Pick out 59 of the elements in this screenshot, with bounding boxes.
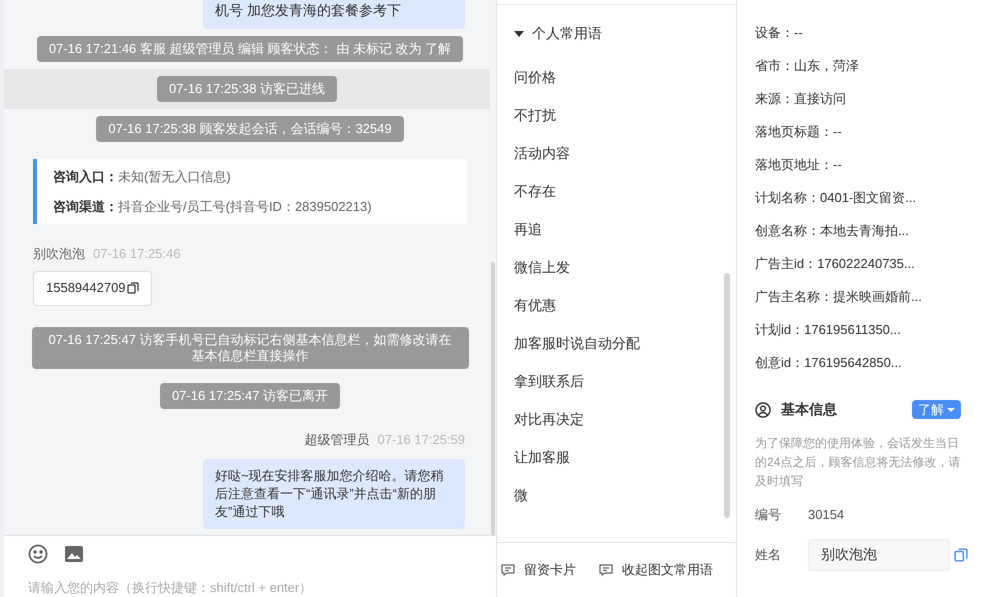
emoji-icon[interactable] [28, 544, 48, 564]
phrase-item[interactable]: 活动内容 [514, 134, 736, 172]
caret-down-icon [947, 408, 955, 412]
system-notice: 07-16 17:21:46 客服 超级管理员 编辑 顾客状态： 由 未标记 改为 了解 [36, 36, 464, 62]
message-bubble: 好哒~现在安排客服加您介绍哈。请您稍后注意查看一下“通讯录”并点击“新的朋友”通过下哦 [203, 459, 465, 529]
sender-name: 别吹泡泡 [33, 245, 85, 263]
phrase-item[interactable]: 不存在 [514, 172, 736, 210]
visitor-field: 广告主id：176022240735... [755, 247, 973, 280]
info-label: 咨询入口： [53, 168, 118, 186]
message-input[interactable]: 请输入您的内容（换行快捷键：shift/ctrl + enter） [28, 578, 472, 597]
name-field[interactable]: 别吹泡泡 [808, 538, 950, 570]
scrollbar[interactable] [724, 273, 730, 518]
message-icon [500, 562, 516, 578]
section-title: 基本信息 [781, 400, 838, 419]
phone-number: 15589442709 [46, 279, 126, 298]
message-composer[interactable]: 请输入您的内容（换行快捷键：shift/ctrl + enter） [4, 534, 496, 597]
info-label: 咨询渠道： [53, 198, 118, 216]
field-label: 编号 [755, 506, 782, 524]
message-bubble: 机号 加您发青海的套餐参考下 [203, 0, 465, 29]
caret-down-icon [514, 30, 524, 36]
message-time: 07-16 17:25:46 [93, 245, 180, 263]
toolbar-button[interactable]: 留资卡片 [500, 560, 576, 580]
message-time: 07-16 17:25:59 [378, 430, 465, 448]
phrase-item[interactable]: 让加客服 [514, 438, 736, 476]
notice-text: 为了保障您的使用体验，会话发生当日的24点之后，顾客信息将无法修改，请及时填写 [755, 435, 962, 490]
visitor-field: 计划id：176195611350... [755, 313, 973, 346]
system-notice: 07-16 17:25:47 访客手机号已自动标记右侧基本信息栏，如需修改请在基本信息栏直接操作 [32, 326, 468, 368]
sender-name: 超级管理员 [304, 430, 370, 448]
phrase-item[interactable]: 微信上发 [514, 248, 736, 286]
visitor-field: 创意名称：本地去青海拍... [755, 214, 973, 247]
visitor-field: 广告主名称：提米映画婚前... [755, 280, 973, 313]
visitor-field: 落地页地址：-- [755, 148, 973, 181]
message-icon [598, 562, 614, 578]
field-label: 姓名 [755, 546, 782, 564]
phrase-item[interactable]: 有优惠 [514, 286, 736, 324]
user-icon [755, 402, 771, 418]
phrase-item[interactable]: 不打扰 [514, 96, 736, 134]
visitor-field: 省市：山东，菏泽 [755, 49, 973, 82]
visitor-field: 创意id：176195642850... [755, 346, 973, 379]
visitor-field: 设备：-- [755, 16, 973, 49]
phrase-group-header[interactable]: 个人常用语 [514, 23, 602, 44]
phrase-item[interactable]: 再追 [514, 210, 736, 248]
phrase-item[interactable]: 问价格 [514, 58, 736, 96]
copy-icon[interactable] [126, 282, 139, 294]
system-notice: 07-16 17:25:47 访客已离开 [160, 382, 340, 408]
visitor-field: 落地页标题：-- [755, 115, 973, 148]
phrase-item[interactable]: 微 [514, 476, 736, 514]
info-value: 未知(暂无入口信息) [118, 168, 231, 186]
field-value: 30154 [808, 506, 844, 524]
phrase-item[interactable]: 加客服时说自动分配 [514, 324, 736, 362]
info-value: 抖音企业号/员工号(抖音号ID：2839502213) [118, 198, 372, 216]
toolbar-button[interactable]: 收起图文常用语 [598, 560, 713, 580]
phrase-item[interactable]: 拿到联系后 [514, 362, 736, 400]
image-icon[interactable] [64, 544, 84, 564]
visitor-field: 来源：直接访问 [755, 82, 973, 115]
system-notice: 07-16 17:25:38 访客已进线 [156, 76, 338, 102]
phrase-item[interactable]: 对比再决定 [514, 400, 736, 438]
system-notice: 07-16 17:25:38 顾客发起会话，会话编号：32549 [96, 116, 404, 142]
visitor-field: 计划名称：0401-图文留资... [755, 181, 973, 214]
